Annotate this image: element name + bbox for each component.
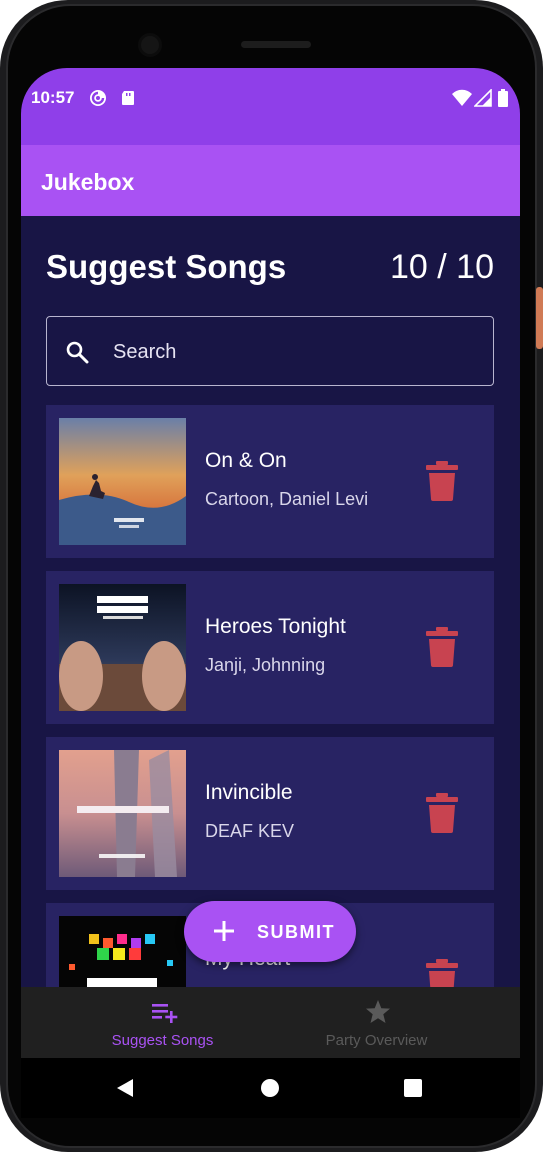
trash-icon[interactable] — [426, 793, 458, 833]
album-cover — [59, 916, 186, 987]
song-title: Invincible — [205, 781, 293, 804]
app-title: Jukebox — [41, 169, 135, 195]
phone-frame: 10:57 Jukebox Suggest Songs 10 / 10 Sear… — [0, 0, 543, 1152]
song-title: Heroes Tonight — [205, 615, 346, 638]
nav-label-party-overview: Party Overview — [325, 1032, 428, 1049]
app-bar: Jukebox — [21, 145, 520, 216]
page-title: Suggest Songs — [46, 248, 287, 285]
status-bar: 10:57 — [21, 68, 520, 145]
front-camera — [138, 33, 162, 57]
recents-icon[interactable] — [403, 1078, 423, 1098]
trash-icon[interactable] — [426, 461, 458, 501]
nav-item-suggest-songs[interactable]: Suggest Songs — [38, 987, 287, 1058]
star-icon — [366, 1000, 390, 1023]
album-cover — [59, 418, 186, 545]
album-art-my-heart — [59, 916, 186, 987]
system-navigation-bar — [21, 1058, 520, 1118]
song-card[interactable]: On & On Cartoon, Daniel Levi — [46, 405, 494, 558]
power-button — [536, 287, 543, 349]
album-art-invincible — [59, 750, 186, 877]
main-content[interactable]: Suggest Songs 10 / 10 Search On & On Car… — [21, 216, 520, 987]
song-artist: Janji, Johnning — [205, 655, 326, 675]
sd-card-icon — [122, 91, 134, 105]
album-cover — [59, 750, 186, 877]
search-input[interactable]: Search — [113, 341, 176, 364]
trash-icon[interactable] — [426, 627, 458, 667]
album-art-on-and-on — [59, 418, 186, 545]
submit-label: SUBMIT — [257, 922, 335, 942]
earpiece-speaker — [241, 41, 311, 48]
nav-label-suggest-songs: Suggest Songs — [111, 1032, 214, 1049]
nav-item-party-overview[interactable]: Party Overview — [252, 987, 501, 1058]
search-field[interactable]: Search — [46, 316, 494, 386]
submit-button[interactable]: SUBMIT — [184, 901, 356, 962]
battery-icon — [498, 89, 508, 107]
status-time: 10:57 — [31, 88, 75, 107]
bottom-navigation: Suggest Songs Party Overview — [21, 987, 520, 1058]
song-card[interactable]: Invincible DEAF KEV — [46, 737, 494, 890]
album-cover — [59, 584, 186, 711]
home-icon[interactable] — [260, 1078, 280, 1098]
song-counter: 10 / 10 — [390, 248, 494, 286]
album-art-heroes-tonight — [59, 584, 186, 711]
wifi-icon — [452, 89, 472, 106]
song-artist: Cartoon, Daniel Levi — [205, 489, 369, 509]
signal-icon — [474, 89, 492, 107]
search-icon — [66, 341, 89, 364]
screen: 10:57 Jukebox Suggest Songs 10 / 10 Sear… — [21, 68, 520, 1118]
back-icon[interactable] — [115, 1078, 135, 1098]
song-card[interactable]: Heroes Tonight Janji, Johnning — [46, 571, 494, 724]
trash-icon[interactable] — [426, 959, 458, 987]
song-title: On & On — [205, 449, 287, 472]
playlist-add-icon — [152, 1004, 178, 1023]
song-artist: DEAF KEV — [205, 821, 295, 841]
plus-icon — [214, 921, 234, 941]
sync-icon — [90, 90, 106, 106]
